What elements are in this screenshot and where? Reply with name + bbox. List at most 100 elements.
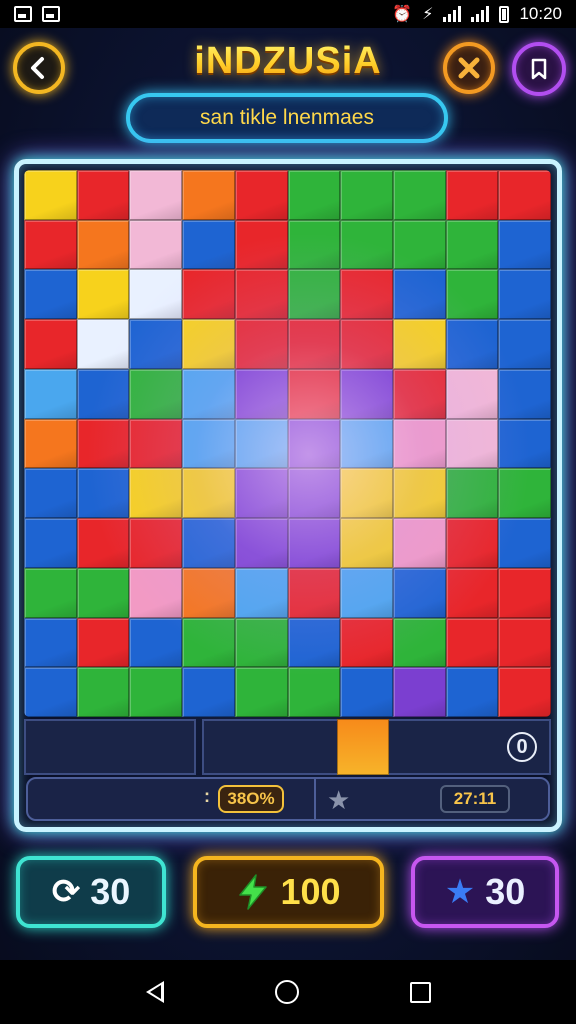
piece-tray-slot[interactable]: 0 <box>379 719 552 775</box>
puzzle-piece[interactable] <box>76 567 130 618</box>
puzzle-piece[interactable] <box>340 518 393 568</box>
puzzle-piece[interactable] <box>392 269 446 320</box>
puzzle-piece[interactable] <box>182 567 235 618</box>
puzzle-piece[interactable] <box>129 269 183 320</box>
nav-home-icon[interactable] <box>274 980 299 1004</box>
puzzle-piece[interactable] <box>445 667 499 717</box>
puzzle-piece[interactable] <box>182 269 235 320</box>
puzzle-piece[interactable] <box>234 418 288 469</box>
puzzle-piece[interactable] <box>234 219 288 270</box>
puzzle-piece[interactable] <box>182 319 235 369</box>
bookmark-button[interactable] <box>512 42 566 96</box>
puzzle-piece[interactable] <box>498 468 551 519</box>
puzzle-piece[interactable] <box>287 617 341 668</box>
puzzle-piece[interactable] <box>445 418 499 469</box>
puzzle-piece[interactable] <box>234 170 288 220</box>
puzzle-piece[interactable] <box>76 219 130 270</box>
puzzle-piece[interactable] <box>445 567 499 618</box>
puzzle-piece[interactable] <box>182 667 235 717</box>
puzzle-piece[interactable] <box>340 170 393 220</box>
puzzle-piece[interactable] <box>129 170 183 220</box>
puzzle-piece[interactable] <box>392 368 446 419</box>
puzzle-piece[interactable] <box>76 368 130 419</box>
puzzle-piece[interactable] <box>129 319 183 369</box>
puzzle-piece[interactable] <box>392 617 446 668</box>
puzzle-piece[interactable] <box>129 518 183 568</box>
puzzle-piece[interactable] <box>445 368 499 419</box>
puzzle-piece[interactable] <box>340 468 393 519</box>
puzzle-piece[interactable] <box>287 170 341 220</box>
puzzle-piece[interactable] <box>340 368 393 419</box>
puzzle-piece[interactable] <box>445 468 499 519</box>
puzzle-piece[interactable] <box>24 667 77 717</box>
puzzle-piece[interactable] <box>498 667 551 717</box>
puzzle-piece[interactable] <box>234 368 288 419</box>
puzzle-piece[interactable] <box>392 319 446 369</box>
puzzle-piece[interactable] <box>24 468 77 519</box>
puzzle-piece[interactable] <box>340 418 393 469</box>
puzzle-piece[interactable] <box>76 518 130 568</box>
puzzle-piece[interactable] <box>76 269 130 320</box>
puzzle-piece[interactable] <box>129 468 183 519</box>
puzzle-piece[interactable] <box>340 567 393 618</box>
puzzle-piece[interactable] <box>182 518 235 568</box>
puzzle-piece[interactable] <box>445 518 499 568</box>
puzzle-piece[interactable] <box>445 319 499 369</box>
puzzle-piece[interactable] <box>498 319 551 369</box>
puzzle-piece[interactable] <box>445 269 499 320</box>
puzzle-piece[interactable] <box>234 319 288 369</box>
puzzle-piece[interactable] <box>287 667 341 717</box>
puzzle-piece[interactable] <box>340 617 393 668</box>
puzzle-piece[interactable] <box>24 219 77 270</box>
puzzle-piece[interactable] <box>392 219 446 270</box>
back-button[interactable] <box>13 42 65 94</box>
puzzle-piece[interactable] <box>234 617 288 668</box>
puzzle-piece[interactable] <box>392 170 446 220</box>
reset-button[interactable]: ⟳ 30 <box>16 856 166 928</box>
puzzle-board[interactable] <box>24 170 551 717</box>
puzzle-piece[interactable] <box>287 368 341 419</box>
close-button[interactable] <box>443 42 495 94</box>
puzzle-piece[interactable] <box>129 368 183 419</box>
puzzle-piece[interactable] <box>392 567 446 618</box>
puzzle-piece[interactable] <box>340 219 393 270</box>
puzzle-piece[interactable] <box>498 418 551 469</box>
puzzle-piece[interactable] <box>498 368 551 419</box>
puzzle-piece[interactable] <box>287 319 341 369</box>
puzzle-piece[interactable] <box>182 418 235 469</box>
puzzle-piece[interactable] <box>24 368 77 419</box>
puzzle-piece[interactable] <box>76 418 130 469</box>
puzzle-piece[interactable] <box>340 269 393 320</box>
puzzle-piece[interactable] <box>76 617 130 668</box>
puzzle-piece[interactable] <box>234 567 288 618</box>
puzzle-piece[interactable] <box>287 468 341 519</box>
puzzle-piece[interactable] <box>24 319 77 369</box>
puzzle-piece[interactable] <box>287 567 341 618</box>
puzzle-piece[interactable] <box>340 667 393 717</box>
puzzle-piece[interactable] <box>498 269 551 320</box>
puzzle-piece[interactable] <box>182 468 235 519</box>
puzzle-piece[interactable] <box>129 617 183 668</box>
puzzle-piece[interactable] <box>287 219 341 270</box>
puzzle-piece[interactable] <box>287 418 341 469</box>
puzzle-piece[interactable] <box>392 518 446 568</box>
puzzle-piece[interactable] <box>234 518 288 568</box>
puzzle-piece[interactable] <box>129 219 183 270</box>
puzzle-piece[interactable] <box>76 667 130 717</box>
puzzle-piece[interactable] <box>498 617 551 668</box>
puzzle-piece[interactable] <box>234 667 288 717</box>
puzzle-piece[interactable] <box>287 518 341 568</box>
puzzle-piece[interactable] <box>392 418 446 469</box>
puzzle-piece[interactable] <box>234 269 288 320</box>
energy-button[interactable]: 100 <box>193 856 384 928</box>
puzzle-piece[interactable] <box>24 518 77 568</box>
star-button[interactable]: ★ 30 <box>411 856 559 928</box>
puzzle-piece[interactable] <box>24 269 77 320</box>
puzzle-piece[interactable] <box>445 219 499 270</box>
puzzle-piece[interactable] <box>392 667 446 717</box>
loose-piece[interactable] <box>337 719 389 775</box>
puzzle-piece[interactable] <box>498 170 551 220</box>
puzzle-piece[interactable] <box>498 219 551 270</box>
puzzle-piece[interactable] <box>129 418 183 469</box>
puzzle-piece[interactable] <box>445 170 499 220</box>
